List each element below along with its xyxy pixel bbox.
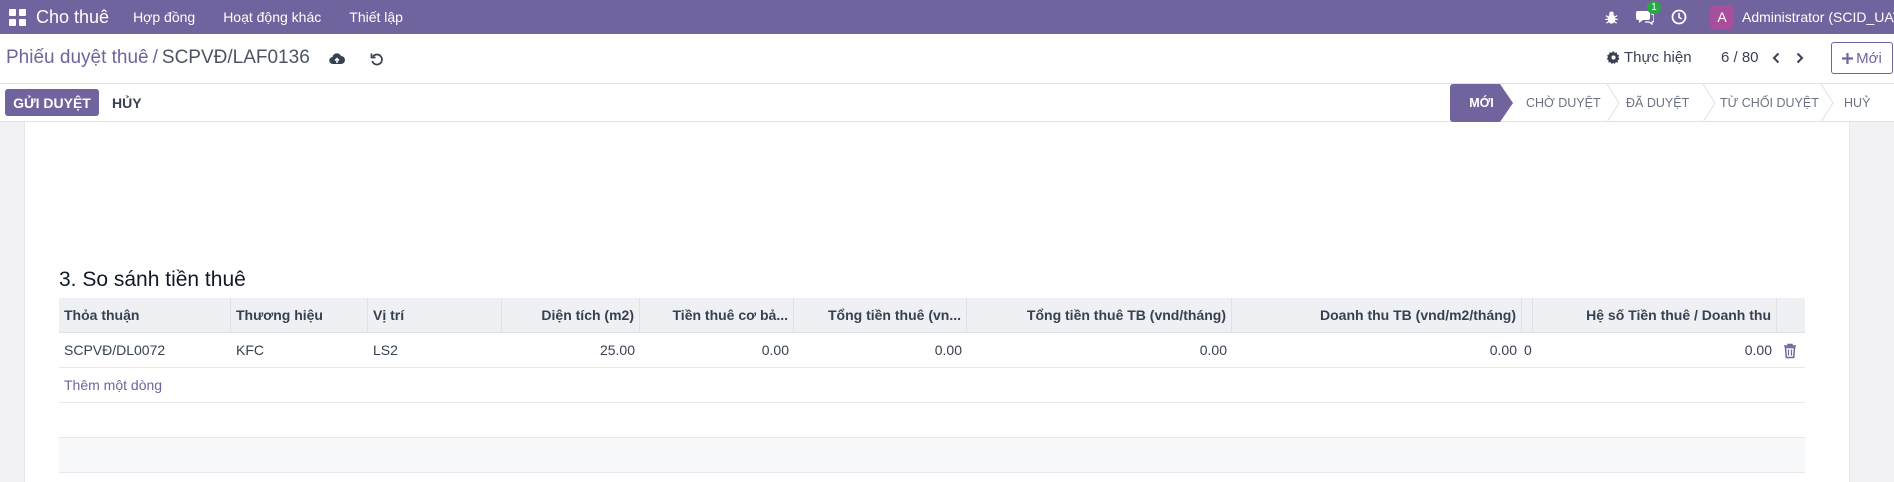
add-line-row: Thêm một dòng: [59, 368, 1805, 403]
cell-brand[interactable]: KFC: [231, 333, 368, 368]
stage-rejected[interactable]: TỪ CHỐI DUYỆT: [1720, 84, 1836, 122]
stage-separator: [1820, 84, 1834, 122]
status-bar: GỬI DUYỆT HỦY MỚI CHỜ DUYỆT ĐÃ DUYỆT TỪ …: [0, 84, 1894, 122]
trash-icon[interactable]: [1783, 343, 1797, 359]
chevron-right-icon[interactable]: [1790, 47, 1810, 69]
new-record-label: Mới: [1856, 49, 1882, 67]
stage-separator: [1702, 84, 1716, 122]
column-header-base-rent[interactable]: Tiền thuê cơ bả...: [640, 298, 794, 333]
column-header-ratio[interactable]: Hệ số Tiền thuê / Doanh thu: [1532, 298, 1777, 333]
cell-ratio[interactable]: 0.00: [1532, 333, 1777, 368]
avatar[interactable]: A: [1710, 5, 1734, 29]
chevron-left-icon[interactable]: [1766, 47, 1786, 69]
cancel-button[interactable]: HỦY: [112, 95, 142, 111]
table-header-row: Thỏa thuận Thương hiệu Vị trí Diện tích …: [59, 298, 1805, 333]
menu-item-contracts[interactable]: Hợp đồng: [133, 9, 195, 25]
form-sheet: 3. So sánh tiền thuê Thỏa thuận Thương h…: [24, 122, 1850, 482]
undo-icon[interactable]: [366, 48, 388, 70]
empty-row: [59, 403, 1805, 438]
empty-row: [59, 438, 1805, 473]
app-title[interactable]: Cho thuê: [36, 7, 109, 28]
column-header-actions: [1777, 298, 1805, 333]
chat-icon[interactable]: 1: [1628, 0, 1662, 34]
section-title: 3. So sánh tiền thuê: [59, 268, 246, 291]
column-header-avg-revenue[interactable]: Doanh thu TB (vnd/m2/tháng): [1232, 298, 1522, 333]
stage-cancelled[interactable]: HUỶ: [1844, 84, 1888, 122]
cell-avg-revenue[interactable]: 0.00: [1232, 333, 1522, 368]
cell-agreement[interactable]: SCPVĐ/DL0072: [59, 333, 231, 368]
menu-item-settings[interactable]: Thiết lập: [349, 9, 403, 25]
menu-item-other-activities[interactable]: Hoạt động khác: [223, 9, 321, 25]
add-line-link[interactable]: Thêm một dòng: [59, 368, 359, 403]
column-header-area[interactable]: Diện tích (m2): [502, 298, 640, 333]
cell-avg-total-rent[interactable]: 0.00: [967, 333, 1232, 368]
top-navbar: Cho thuê Hợp đồng Hoạt động khác Thiết l…: [0, 0, 1894, 34]
cloud-upload-icon[interactable]: [326, 48, 348, 70]
apps-grid-icon[interactable]: [0, 0, 34, 34]
breadcrumb-separator: /: [152, 47, 158, 68]
pager-value[interactable]: 6 / 80: [1721, 49, 1759, 66]
column-header-location[interactable]: Vị trí: [368, 298, 502, 333]
action-menu-label: Thực hiện: [1624, 49, 1692, 66]
cell-total-rent[interactable]: 0.00: [794, 333, 967, 368]
action-menu-button[interactable]: Thực hiện: [1607, 49, 1692, 66]
breadcrumb: Phiếu duyệt thuê / SCPVĐ/LAF0136: [6, 47, 310, 69]
cell-base-rent[interactable]: 0.00: [640, 333, 794, 368]
new-record-button[interactable]: Mới: [1831, 42, 1893, 74]
cell-location[interactable]: LS2: [368, 333, 502, 368]
control-panel: Phiếu duyệt thuê / SCPVĐ/LAF0136 Thực hiện…: [0, 34, 1894, 84]
stage-separator: [1606, 84, 1620, 122]
column-header-avg-total-rent[interactable]: Tổng tiền thuê TB (vnd/tháng): [967, 298, 1232, 333]
stage-pending[interactable]: CHỜ DUYỆT: [1526, 84, 1610, 122]
navbar-systray: 1 A Administrator (SCID_UAT): [1594, 0, 1894, 34]
column-header-agreement[interactable]: Thỏa thuận: [59, 298, 231, 333]
messages-badge: 1: [1647, 1, 1661, 14]
breadcrumb-parent[interactable]: Phiếu duyệt thuê: [6, 47, 149, 68]
breadcrumb-current: SCPVĐ/LAF0136: [161, 47, 310, 68]
submit-approval-button[interactable]: GỬI DUYỆT: [5, 89, 99, 116]
table-row[interactable]: SCPVĐ/DL0072 KFC LS2 25.00 0.00 0.00 0.0…: [59, 333, 1805, 368]
gear-icon: [1607, 51, 1620, 64]
bug-icon[interactable]: [1594, 0, 1628, 34]
cell-area[interactable]: 25.00: [502, 333, 640, 368]
clock-icon[interactable]: [1662, 0, 1696, 34]
stage-approved[interactable]: ĐÃ DUYỆT: [1626, 84, 1702, 122]
user-name[interactable]: Administrator (SCID_UAT): [1742, 9, 1894, 25]
stage-new[interactable]: MỚI: [1450, 84, 1513, 122]
plus-icon: [1842, 52, 1854, 64]
column-header-total-rent[interactable]: Tổng tiền thuê (vn...: [794, 298, 967, 333]
column-header-brand[interactable]: Thương hiệu: [231, 298, 368, 333]
rent-comparison-table: Thỏa thuận Thương hiệu Vị trí Diện tích …: [59, 298, 1805, 473]
